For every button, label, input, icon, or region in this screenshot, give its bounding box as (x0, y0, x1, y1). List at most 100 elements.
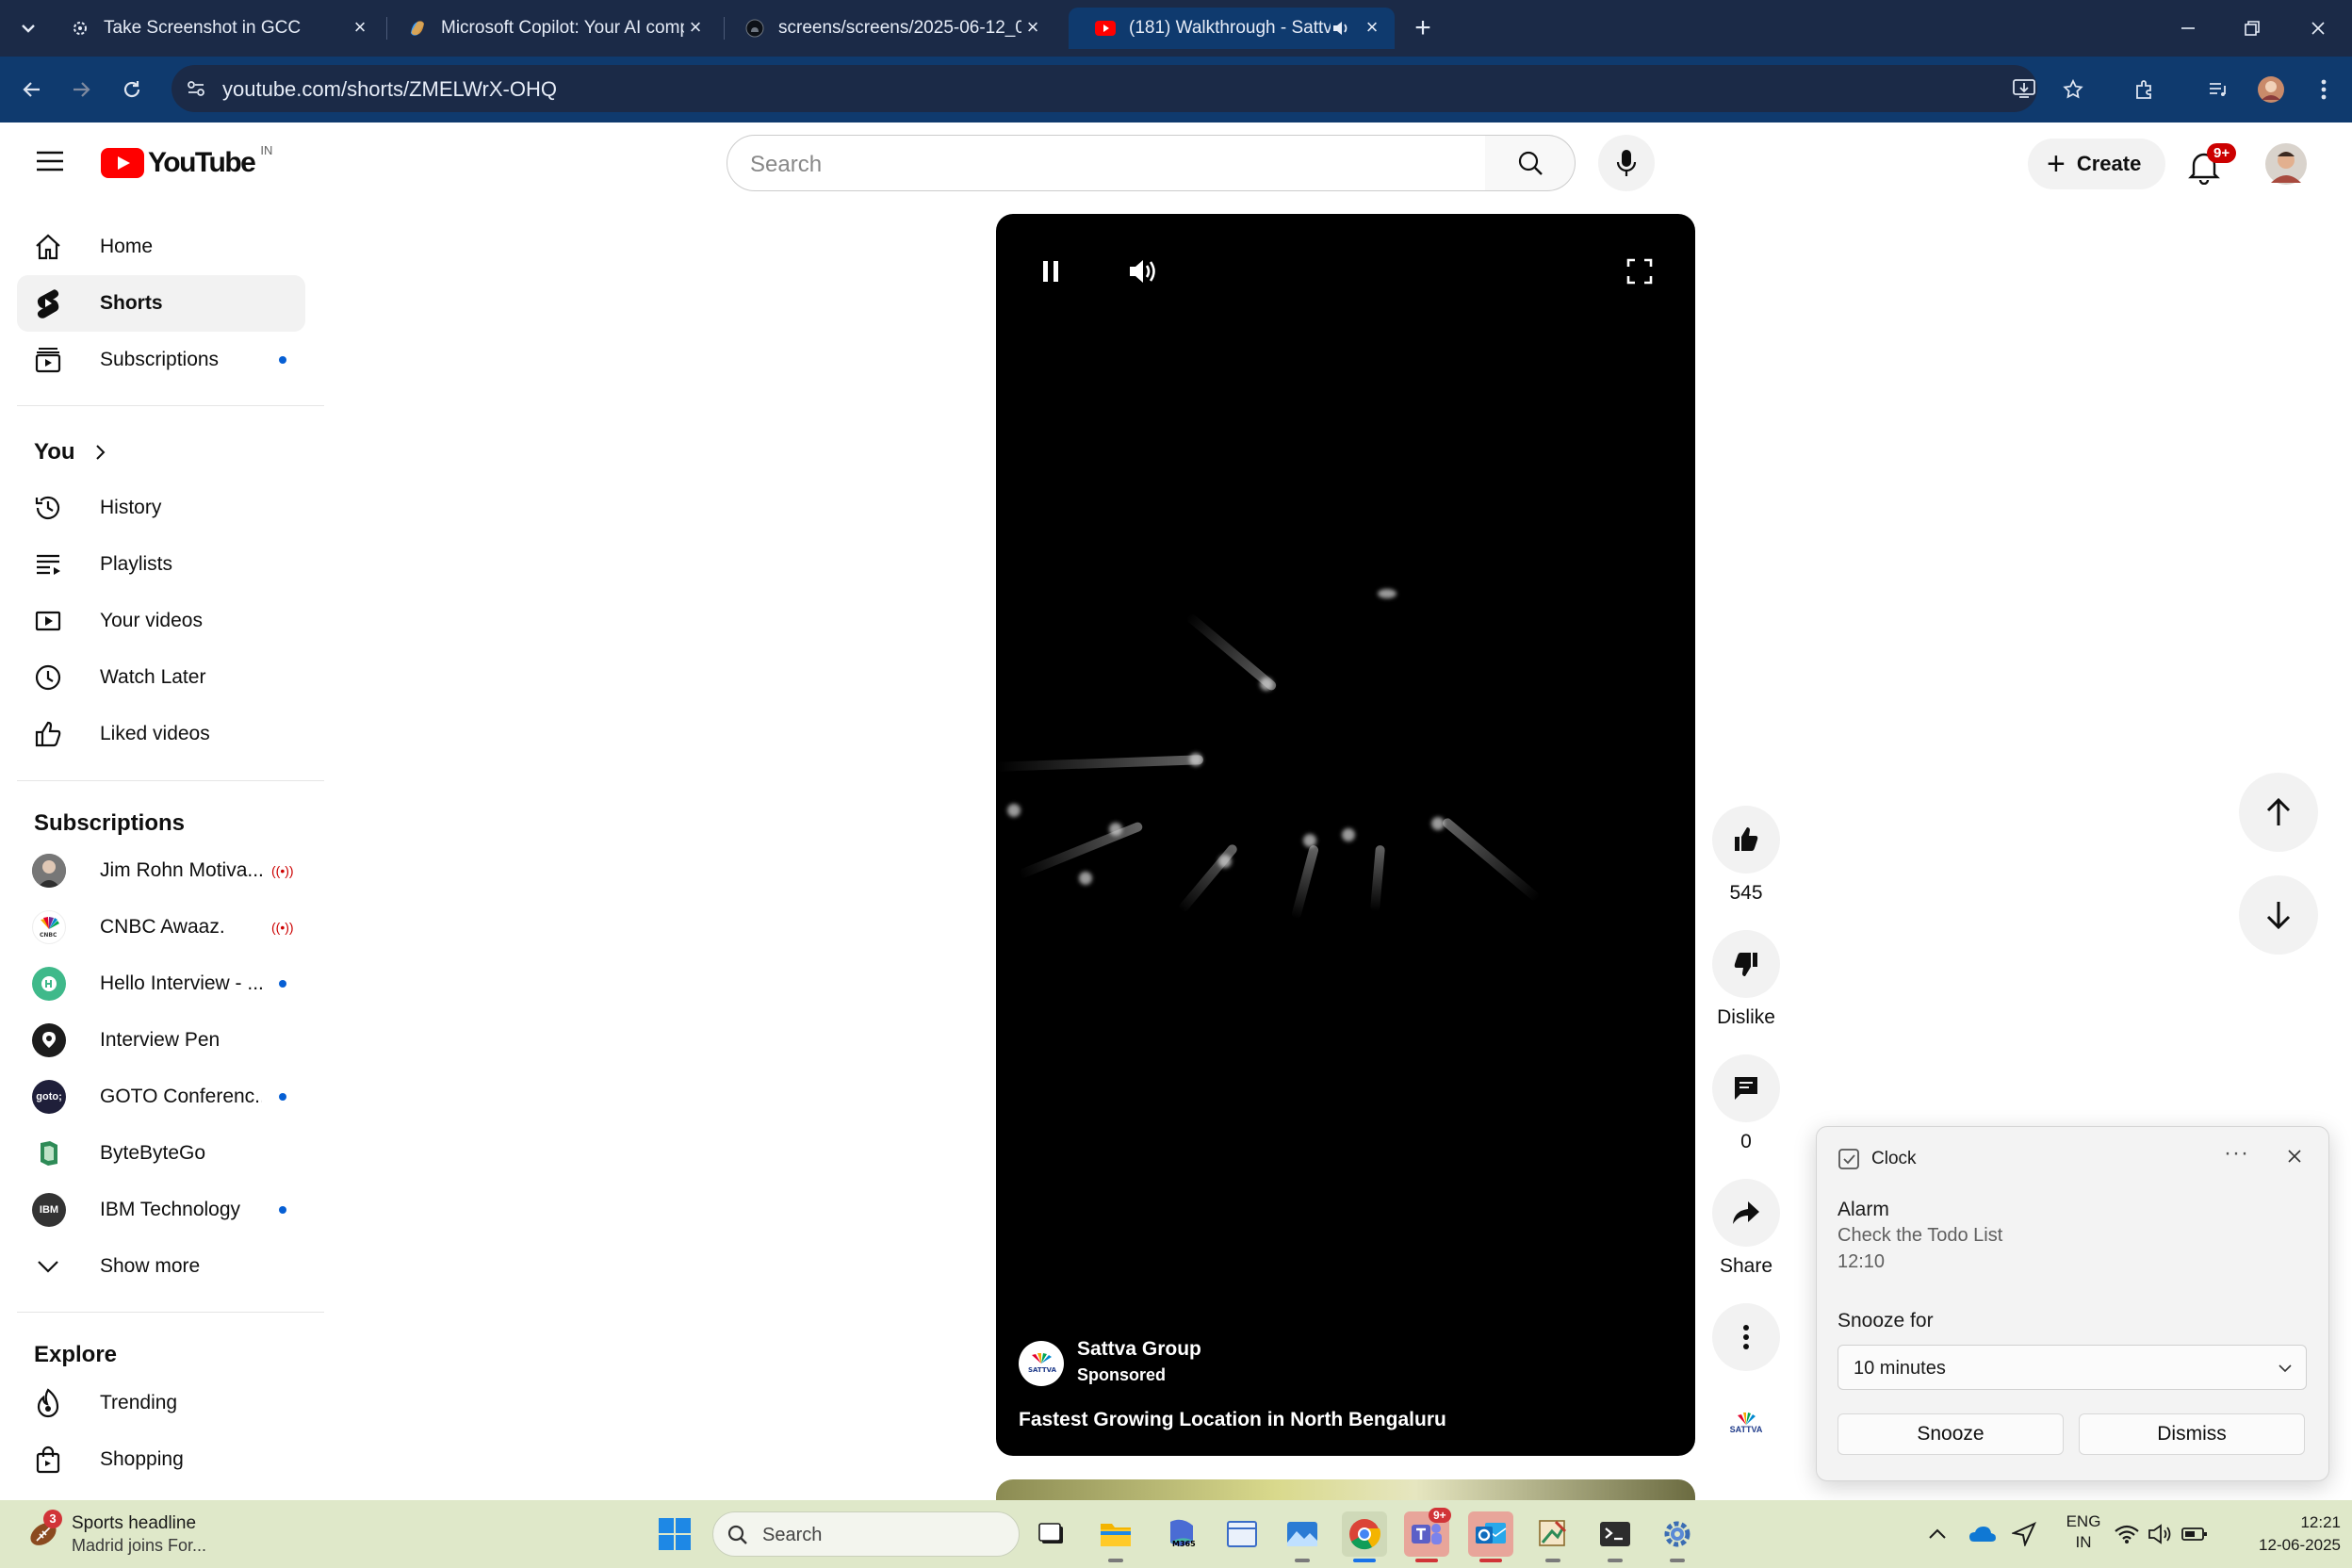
install-app-icon[interactable] (2005, 70, 2043, 107)
plus-icon: + (2047, 146, 2066, 182)
wifi-icon[interactable] (2111, 1511, 2143, 1557)
guide-menu-icon[interactable] (36, 150, 64, 172)
short-title[interactable]: Fastest Growing Location in North Bengal… (1019, 1409, 1446, 1431)
fullscreen-icon[interactable] (1625, 257, 1654, 286)
volume-icon[interactable] (1128, 257, 1158, 286)
paint-icon[interactable] (1530, 1511, 1576, 1562)
more-options-icon[interactable]: ··· (2224, 1140, 2249, 1167)
new-tab-icon[interactable]: + (1404, 9, 1442, 47)
youtube-logo-icon (101, 148, 144, 178)
back-icon[interactable] (13, 71, 51, 108)
notifications-button[interactable]: 9+ (2186, 143, 2237, 185)
forward-icon[interactable] (62, 71, 100, 108)
comments-button[interactable] (1712, 1054, 1780, 1122)
volume-icon[interactable] (2145, 1511, 2177, 1557)
show-hidden-icons-chevron-icon[interactable] (1915, 1511, 1960, 1557)
snooze-duration-select[interactable]: 10 minutes (1838, 1345, 2307, 1390)
onedrive-icon[interactable] (1960, 1511, 2005, 1557)
close-icon[interactable] (2286, 1148, 2303, 1165)
teams-icon[interactable]: 9+ (1404, 1508, 1451, 1562)
bookmark-star-icon[interactable] (2054, 71, 2092, 108)
you-section-heading[interactable]: You (34, 439, 107, 466)
dislike-button[interactable] (1712, 930, 1780, 998)
snooze-button[interactable]: Snooze (1838, 1413, 2064, 1455)
close-window-icon[interactable] (2299, 9, 2337, 47)
window-app-icon[interactable] (1219, 1511, 1265, 1557)
settings-icon[interactable] (1655, 1511, 1700, 1562)
subscription-item[interactable]: IBM IBM Technology (17, 1182, 305, 1238)
subscription-item[interactable]: CNBC CNBC Awaaz. ((•)) (17, 899, 305, 956)
sidebar-item-liked-videos[interactable]: Liked videos (17, 706, 305, 762)
task-view-icon[interactable] (1029, 1511, 1074, 1557)
close-tab-icon[interactable]: × (1021, 17, 1044, 40)
sidebar-item-watch-later[interactable]: Watch Later (17, 649, 305, 706)
close-tab-icon[interactable]: × (684, 17, 707, 40)
more-actions-button[interactable] (1712, 1303, 1780, 1371)
taskbar-search[interactable]: Search (712, 1511, 1020, 1557)
audio-playing-icon[interactable] (1331, 18, 1351, 39)
battery-icon[interactable] (2179, 1511, 2211, 1557)
search-button[interactable] (1485, 135, 1576, 191)
browser-tab-screenshot[interactable]: Take Screenshot in GCC × (43, 8, 383, 49)
sidebar-item-label: Shopping (100, 1448, 184, 1470)
sidebar-item-trending[interactable]: Trending (17, 1375, 305, 1431)
channel-avatar (32, 1136, 66, 1170)
share-button[interactable] (1712, 1179, 1780, 1247)
previous-short-button[interactable] (2239, 773, 2318, 852)
browser-menu-icon[interactable] (2305, 71, 2343, 108)
channel-badge[interactable]: SATTVA (1723, 1412, 1769, 1446)
channel-name[interactable]: Sattva Group (1077, 1338, 1201, 1361)
close-tab-icon[interactable]: × (349, 17, 371, 40)
browser-tab-youtube-active[interactable]: (181) Walkthrough - Sattva × (1069, 8, 1395, 49)
browser-tab-strip: Take Screenshot in GCC × Microsoft Copil… (0, 0, 2352, 57)
microsoft-365-icon[interactable]: M365 (1159, 1511, 1204, 1557)
start-button[interactable] (652, 1511, 697, 1557)
sidebar-item-shopping[interactable]: Shopping (17, 1431, 305, 1488)
chrome-icon[interactable] (1342, 1511, 1387, 1562)
reload-icon[interactable] (113, 71, 151, 108)
pause-icon[interactable] (1041, 259, 1060, 284)
sidebar-item-subscriptions[interactable]: Subscriptions (17, 332, 305, 388)
address-bar[interactable]: youtube.com/shorts/ZMELWrX-OHQ (172, 65, 2037, 112)
sidebar-item-playlists[interactable]: Playlists (17, 536, 305, 593)
restore-window-icon[interactable] (2233, 9, 2271, 47)
input-language-indicator[interactable]: ENG IN (2058, 1511, 2109, 1553)
voice-search-button[interactable] (1598, 135, 1655, 191)
subscription-item[interactable]: goto; GOTO Conferenc... (17, 1069, 305, 1125)
profile-avatar-icon[interactable] (2252, 71, 2290, 108)
close-tab-icon[interactable]: × (1361, 17, 1383, 40)
dismiss-button[interactable]: Dismiss (2079, 1413, 2305, 1455)
create-button[interactable]: + Create (2028, 139, 2165, 189)
show-more-button[interactable]: Show more (17, 1238, 305, 1295)
minimize-window-icon[interactable] (2169, 9, 2207, 47)
like-button[interactable] (1712, 806, 1780, 874)
photos-app-icon[interactable] (1280, 1511, 1325, 1562)
sidebar-item-your-videos[interactable]: Your videos (17, 593, 305, 649)
extensions-icon[interactable] (2126, 71, 2164, 108)
search-input[interactable]: Search (727, 135, 1486, 191)
account-avatar[interactable] (2265, 143, 2307, 185)
sidebar-item-history[interactable]: History (17, 480, 305, 536)
clock-date[interactable]: 12:21 12-06-2025 (2224, 1511, 2341, 1557)
shorts-video-player[interactable]: SATTVA Sattva Group Sponsored Fastest Gr… (996, 214, 1695, 1456)
sidebar-item-shorts[interactable]: Shorts (17, 275, 305, 332)
next-short-button[interactable] (2239, 875, 2318, 955)
media-control-icon[interactable] (2199, 71, 2237, 108)
outlook-icon[interactable] (1468, 1511, 1513, 1562)
tab-search-chevron-icon[interactable] (9, 9, 47, 47)
file-explorer-icon[interactable] (1093, 1511, 1138, 1562)
live-broadcast-icon: ((•)) (271, 920, 294, 935)
subscription-item[interactable]: ByteByteGo (17, 1125, 305, 1182)
location-icon[interactable] (2001, 1511, 2047, 1557)
sidebar-item-home[interactable]: Home (17, 219, 305, 275)
widgets-button[interactable]: 3 Sports headline Madrid joins For... (23, 1510, 249, 1559)
subscription-item[interactable]: Jim Rohn Motiva... ((•)) (17, 842, 305, 899)
browser-tab-github[interactable]: screens/screens/2025-06-12_09 × (718, 8, 1055, 49)
browser-tab-copilot[interactable]: Microsoft Copilot: Your AI comp × (381, 8, 718, 49)
youtube-logo[interactable]: YouTube IN (101, 143, 272, 179)
channel-avatar[interactable]: SATTVA (1019, 1341, 1064, 1386)
terminal-icon[interactable] (1592, 1511, 1638, 1562)
site-info-icon[interactable] (177, 70, 215, 107)
subscription-item[interactable]: Interview Pen (17, 1012, 305, 1069)
subscription-item[interactable]: Hello Interview - ... (17, 956, 305, 1012)
